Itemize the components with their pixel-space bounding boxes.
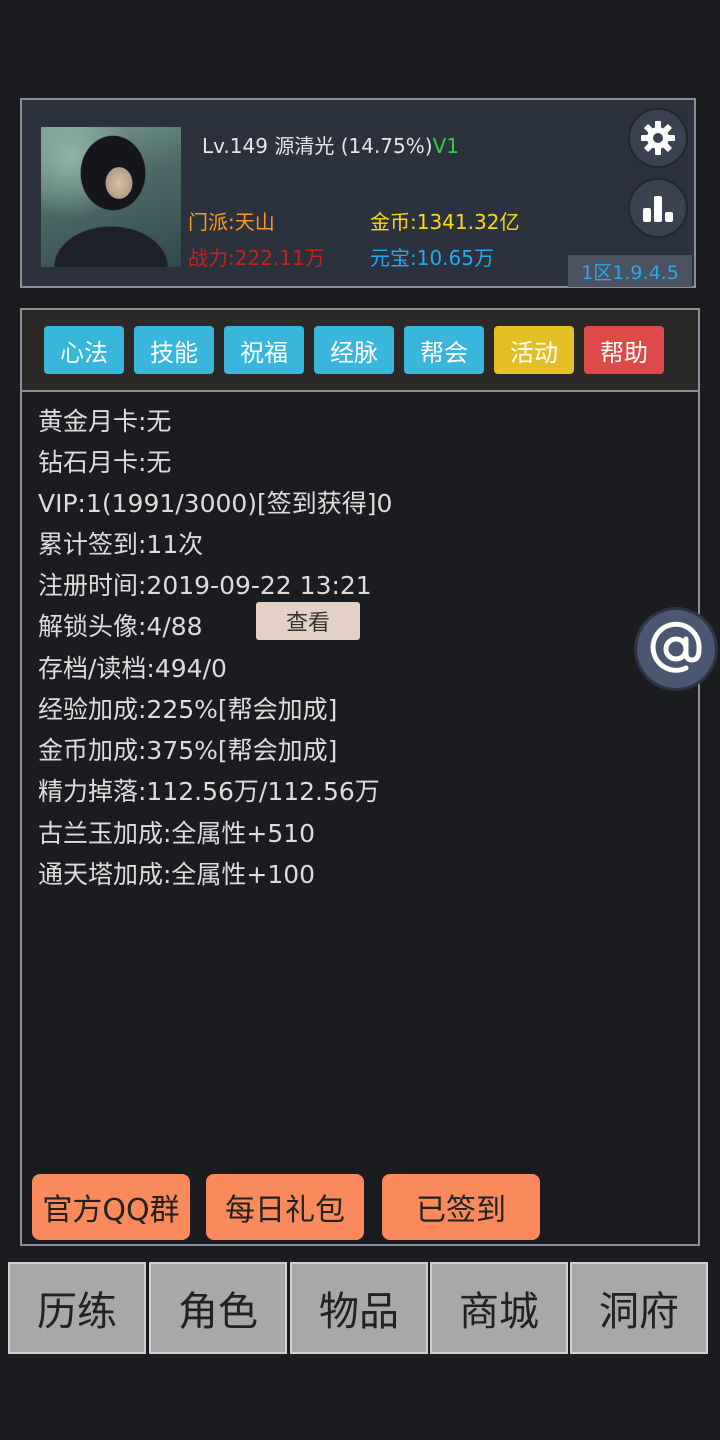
vip-badge: V1	[432, 134, 459, 158]
exp-progress: (14.75%)	[340, 134, 433, 158]
at-icon	[650, 621, 702, 673]
character-info-panel: 心法 技能 祝福 经脉 帮会 活动 帮助 黄金月卡:无 钻石月卡:无 VIP:1…	[20, 308, 700, 1246]
view-avatars-button[interactable]: 查看	[256, 602, 360, 640]
tab-events[interactable]: 活动	[494, 326, 574, 374]
settings-button[interactable]	[628, 108, 688, 168]
gulanyu-bonus: 古兰玉加成:全属性+510	[38, 819, 316, 848]
nav-character[interactable]: 角色	[149, 1262, 287, 1354]
tab-guild[interactable]: 帮会	[404, 326, 484, 374]
exp-bonus: 经验加成:225%[帮会加成]	[38, 695, 338, 724]
ranking-button[interactable]	[628, 178, 688, 238]
daily-gift-button[interactable]: 每日礼包	[206, 1174, 364, 1240]
register-time: 注册时间:2019-09-22 13:21	[38, 571, 372, 600]
nav-cave[interactable]: 洞府	[570, 1262, 708, 1354]
bottom-nav: 历练 角色 物品 商城 洞府	[8, 1262, 712, 1356]
diamond-monthly-card: 钻石月卡:无	[38, 448, 172, 477]
tab-help[interactable]: 帮助	[584, 326, 664, 374]
player-name: 源清光	[274, 134, 335, 158]
gold-monthly-card: 黄金月卡:无	[38, 407, 172, 436]
player-title: Lv.149 源清光 (14.75%)V1	[202, 130, 459, 159]
nav-training[interactable]: 历练	[8, 1262, 146, 1354]
bar-chart-icon	[643, 196, 673, 222]
gold-amount: 金币:1341.32亿	[370, 210, 520, 234]
gold-bonus: 金币加成:375%[帮会加成]	[38, 736, 338, 765]
player-level: Lv.149	[202, 134, 268, 158]
avatar[interactable]	[41, 127, 181, 267]
combat-power: 战力:222.11万	[188, 246, 325, 270]
tab-skills[interactable]: 技能	[134, 326, 214, 374]
tower-bonus: 通天塔加成:全属性+100	[38, 860, 316, 889]
signed-in-button[interactable]: 已签到	[382, 1174, 540, 1240]
sect-label: 门派:天山	[188, 210, 275, 234]
vip-status: VIP:1(1991/3000)[签到获得]0	[38, 489, 393, 518]
tab-blessing[interactable]: 祝福	[224, 326, 304, 374]
player-header: Lv.149 源清光 (14.75%)V1 门派:天山 战力:222.11万 金…	[20, 98, 696, 288]
server-version-badge: 1区1.9.4.5	[568, 255, 692, 287]
tab-bar: 心法 技能 祝福 经脉 帮会 活动 帮助	[22, 310, 698, 392]
tab-meridians[interactable]: 经脉	[314, 326, 394, 374]
unlocked-avatars: 解锁头像:4/88	[38, 612, 203, 641]
gear-icon	[641, 121, 675, 155]
nav-items[interactable]: 物品	[290, 1262, 428, 1354]
energy-drop: 精力掉落:112.56万/112.56万	[38, 777, 380, 806]
qq-group-button[interactable]: 官方QQ群	[32, 1174, 190, 1240]
yuanbao-amount: 元宝:10.65万	[370, 246, 494, 270]
total-signins: 累计签到:11次	[38, 530, 204, 559]
save-load-count: 存档/读档:494/0	[38, 654, 227, 683]
nav-shop[interactable]: 商城	[430, 1262, 568, 1354]
tab-xinfa[interactable]: 心法	[44, 326, 124, 374]
mention-button[interactable]	[634, 607, 718, 691]
